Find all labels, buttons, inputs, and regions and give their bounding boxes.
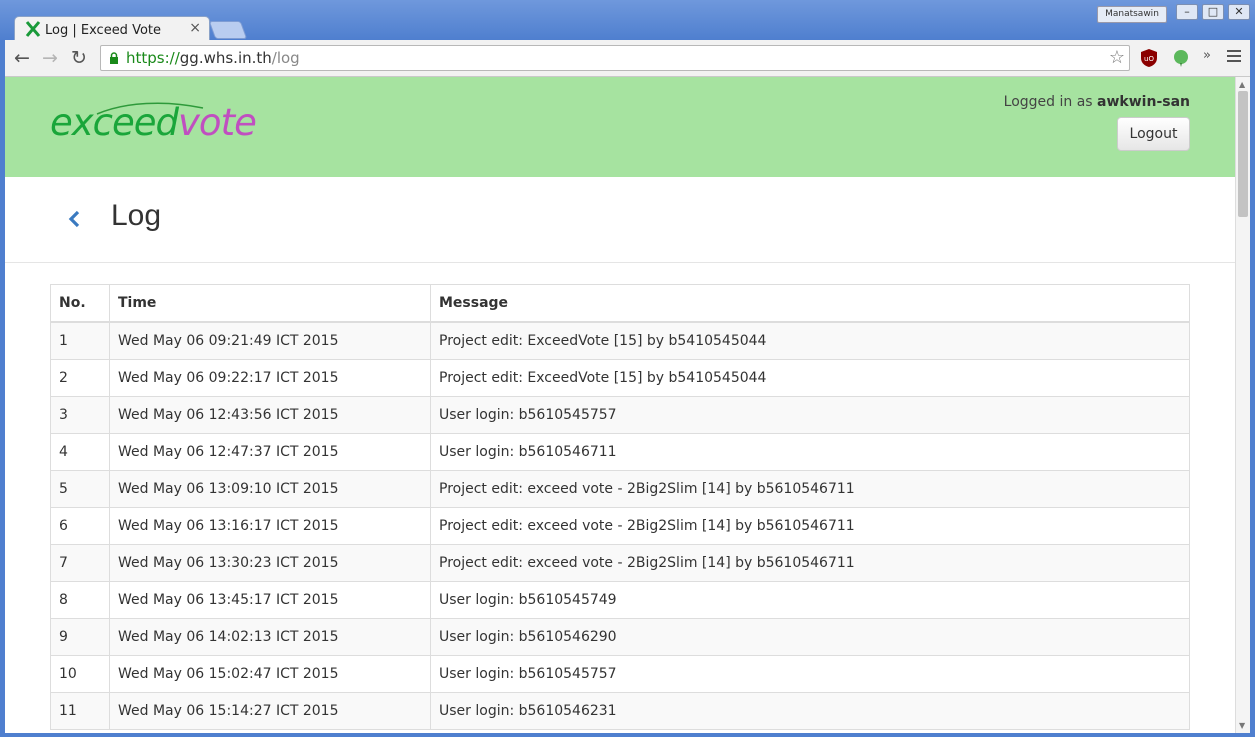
chevron-left-icon[interactable] xyxy=(67,209,81,229)
table-header-row: No. Time Message xyxy=(50,284,1190,323)
cell-time: Wed May 06 13:45:17 ICT 2015 xyxy=(109,581,431,619)
back-arrow-icon[interactable]: ← xyxy=(11,47,33,69)
page-scrollbar[interactable]: ▲ ▼ xyxy=(1235,77,1250,733)
address-bar[interactable]: https://gg.whs.in.th/log ☆ xyxy=(100,45,1130,71)
cell-no: 1 xyxy=(50,321,110,360)
cell-message: Project edit: exceed vote - 2Big2Slim [1… xyxy=(430,544,1190,582)
cell-message: Project edit: exceed vote - 2Big2Slim [1… xyxy=(430,507,1190,545)
cell-time: Wed May 06 12:43:56 ICT 2015 xyxy=(109,396,431,434)
scrollbar-thumb[interactable] xyxy=(1238,91,1248,217)
page-title: Log xyxy=(111,199,162,232)
cell-no: 7 xyxy=(50,544,110,582)
ublock-icon[interactable]: uO xyxy=(1139,48,1159,68)
minimize-icon[interactable]: – xyxy=(1176,4,1198,20)
maximize-icon[interactable]: □ xyxy=(1202,4,1224,20)
chrome-menu-icon[interactable] xyxy=(1227,50,1241,65)
page-viewport: exceedvote Logged in as awkwin-san Logou… xyxy=(5,77,1250,733)
cell-message: User login: b5610545757 xyxy=(430,655,1190,693)
cell-message: Project edit: ExceedVote [15] by b541054… xyxy=(430,359,1190,397)
tab-strip: Log | Exceed Vote × Manatsawin – □ ✕ xyxy=(0,0,1255,41)
table-row: 9 Wed May 06 14:02:13 ICT 2015 User login:… xyxy=(50,618,1190,656)
cell-no: 8 xyxy=(50,581,110,619)
cell-no: 2 xyxy=(50,359,110,397)
scroll-up-icon[interactable]: ▲ xyxy=(1239,80,1245,89)
cell-time: Wed May 06 15:14:27 ICT 2015 xyxy=(109,692,431,730)
cell-no: 9 xyxy=(50,618,110,656)
table-row: 11 Wed May 06 15:14:27 ICT 2015 User login… xyxy=(50,692,1190,730)
browser-toolbar: ← → ↻ https://gg.whs.in.th/log ☆ uO » xyxy=(5,40,1250,77)
cell-time: Wed May 06 14:02:13 ICT 2015 xyxy=(109,618,431,656)
close-window-icon[interactable]: ✕ xyxy=(1228,4,1250,20)
extensions-overflow-icon[interactable]: » xyxy=(1203,48,1211,63)
cell-message: User login: b5610546711 xyxy=(430,433,1190,471)
lock-icon xyxy=(110,52,118,64)
cell-no: 11 xyxy=(50,692,110,730)
url-text: https://gg.whs.in.th/log xyxy=(126,49,300,67)
site-header: exceedvote Logged in as awkwin-san Logou… xyxy=(5,77,1235,177)
cell-no: 3 xyxy=(50,396,110,434)
cell-message: Project edit: exceed vote - 2Big2Slim [1… xyxy=(430,470,1190,508)
svg-text:uO: uO xyxy=(1144,55,1154,63)
logo-swoosh-icon xyxy=(96,102,204,115)
cell-time: Wed May 06 09:21:49 ICT 2015 xyxy=(109,321,431,360)
cell-message: User login: b5610546231 xyxy=(430,692,1190,730)
log-table: No. Time Message 1 Wed May 06 09:21:49 IC… xyxy=(50,284,1190,730)
cell-no: 5 xyxy=(50,470,110,508)
cell-no: 4 xyxy=(50,433,110,471)
scroll-down-icon[interactable]: ▼ xyxy=(1239,721,1245,730)
table-row: 2 Wed May 06 09:22:17 ICT 2015 Project edi… xyxy=(50,359,1190,397)
column-header-message: Message xyxy=(430,284,1190,323)
logout-button[interactable]: Logout xyxy=(1117,117,1190,151)
exceedvote-favicon-icon xyxy=(25,21,41,37)
table-row: 5 Wed May 06 13:09:10 ICT 2015 Project edi… xyxy=(50,470,1190,508)
cell-no: 10 xyxy=(50,655,110,693)
cell-time: Wed May 06 09:22:17 ICT 2015 xyxy=(109,359,431,397)
logged-in-status: Logged in as awkwin-san xyxy=(1003,94,1190,110)
profile-button[interactable]: Manatsawin xyxy=(1097,6,1167,23)
cell-no: 6 xyxy=(50,507,110,545)
evernote-icon[interactable] xyxy=(1171,48,1191,68)
table-row: 7 Wed May 06 13:30:23 ICT 2015 Project edi… xyxy=(50,544,1190,582)
table-row: 6 Wed May 06 13:16:17 ICT 2015 Project edi… xyxy=(50,507,1190,545)
cell-time: Wed May 06 13:30:23 ICT 2015 xyxy=(109,544,431,582)
table-row: 3 Wed May 06 12:43:56 ICT 2015 User login:… xyxy=(50,396,1190,434)
cell-time: Wed May 06 13:09:10 ICT 2015 xyxy=(109,470,431,508)
cell-message: User login: b5610545749 xyxy=(430,581,1190,619)
table-row: 1 Wed May 06 09:21:49 ICT 2015 Project edi… xyxy=(50,321,1190,360)
column-header-no: No. xyxy=(50,284,110,323)
tab-close-icon[interactable]: × xyxy=(189,20,201,36)
new-tab-button[interactable] xyxy=(208,21,248,39)
cell-message: User login: b5610545757 xyxy=(430,396,1190,434)
cell-message: Project edit: ExceedVote [15] by b541054… xyxy=(430,321,1190,360)
column-header-time: Time xyxy=(109,284,431,323)
cell-message: User login: b5610546290 xyxy=(430,618,1190,656)
browser-window: Log | Exceed Vote × Manatsawin – □ ✕ ← →… xyxy=(0,0,1255,737)
bookmark-star-icon[interactable]: ☆ xyxy=(1109,47,1125,68)
username: awkwin-san xyxy=(1097,94,1190,110)
table-row: 10 Wed May 06 15:02:47 ICT 2015 User login… xyxy=(50,655,1190,693)
page-title-bar: Log xyxy=(5,177,1235,263)
tab-title: Log | Exceed Vote xyxy=(45,23,162,38)
cell-time: Wed May 06 13:16:17 ICT 2015 xyxy=(109,507,431,545)
cell-time: Wed May 06 15:02:47 ICT 2015 xyxy=(109,655,431,693)
forward-arrow-icon[interactable]: → xyxy=(39,47,61,69)
cell-time: Wed May 06 12:47:37 ICT 2015 xyxy=(109,433,431,471)
tab-active[interactable]: Log | Exceed Vote × xyxy=(14,16,210,41)
table-row: 8 Wed May 06 13:45:17 ICT 2015 User login:… xyxy=(50,581,1190,619)
table-row: 4 Wed May 06 12:47:37 ICT 2015 User login:… xyxy=(50,433,1190,471)
reload-icon[interactable]: ↻ xyxy=(68,47,90,69)
